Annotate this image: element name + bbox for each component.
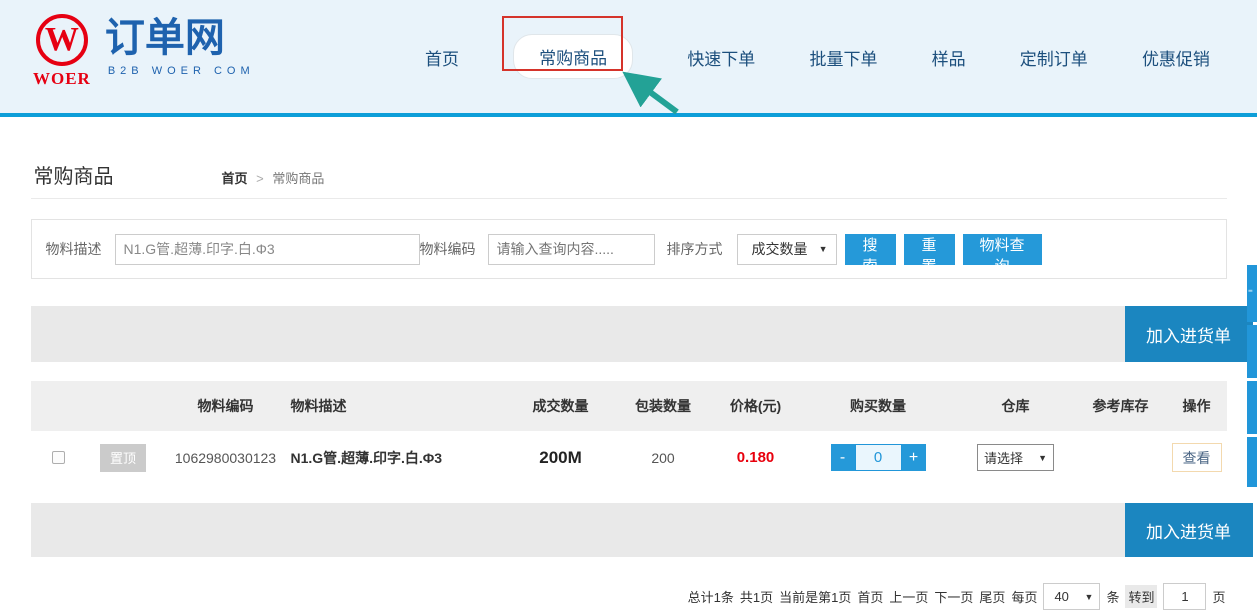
- header-material-code: 物料编码: [161, 396, 291, 416]
- per-page-label: 每页: [1011, 587, 1037, 606]
- add-to-purchase-list-button-bottom[interactable]: 加入进货单: [1125, 503, 1253, 557]
- products-table: 物料编码 物料描述 成交数量 包装数量 价格(元) 购买数量 仓库 参考库存 操…: [31, 381, 1227, 484]
- header-warehouse: 仓库: [956, 396, 1076, 416]
- bottom-action-bar: 加入进货单: [31, 503, 1227, 557]
- pagination-total: 总计1条: [688, 587, 734, 606]
- material-desc-label: 物料描述: [46, 239, 102, 259]
- per-page-value: 40: [1054, 589, 1068, 604]
- title-divider: [31, 198, 1227, 199]
- floating-sidebar: ≡: [1247, 265, 1257, 490]
- goto-label: 转到: [1125, 585, 1157, 608]
- sort-select-value: 成交数量: [752, 239, 808, 259]
- goto-page-unit: 页: [1212, 587, 1225, 606]
- cell-price: 0.180: [711, 449, 801, 466]
- pagination: 总计1条 共1页 当前是第1页 首页 上一页 下一页 尾页 每页 40 ▼ 条 …: [31, 583, 1227, 610]
- sort-mode-label: 排序方式: [667, 239, 723, 259]
- material-desc-input[interactable]: [115, 234, 420, 265]
- floating-sidebar-tab[interactable]: [1247, 325, 1257, 378]
- cell-pack-qty: 200: [616, 450, 711, 466]
- cell-material-desc: N1.G管.超薄.印字.白.Φ3: [291, 448, 506, 468]
- page-title: 常购商品: [34, 160, 114, 189]
- sort-select[interactable]: 成交数量 ▼: [737, 234, 837, 265]
- chevron-down-icon: ▼: [1038, 453, 1047, 463]
- site-title: 订单网: [105, 14, 255, 62]
- pagination-first[interactable]: 首页: [857, 587, 883, 606]
- chevron-down-icon: ▼: [819, 244, 828, 254]
- add-to-purchase-list-button-top[interactable]: 加入进货单: [1125, 306, 1253, 362]
- pagination-prev[interactable]: 上一页: [889, 587, 928, 606]
- table-row: 置顶 1062980030123 N1.G管.超薄.印字.白.Φ3 200M 2…: [31, 431, 1227, 484]
- material-code-input[interactable]: [488, 234, 655, 265]
- nav-item-home[interactable]: 首页: [425, 43, 459, 70]
- header-buy-qty: 购买数量: [801, 396, 956, 416]
- nav-item-frequent-products[interactable]: 常购商品: [513, 34, 633, 79]
- logo[interactable]: W WOER 订单网 B2B WOER COM: [33, 14, 255, 89]
- header-pack-qty: 包装数量: [616, 396, 711, 416]
- quantity-input[interactable]: [855, 444, 902, 471]
- search-button[interactable]: 搜索: [845, 234, 896, 265]
- floating-sidebar-tab[interactable]: ≡: [1247, 265, 1257, 322]
- nav-item-samples[interactable]: 样品: [932, 43, 966, 70]
- nav-item-custom-order[interactable]: 定制订单: [1020, 43, 1088, 70]
- header-deal-qty: 成交数量: [506, 396, 616, 416]
- row-checkbox[interactable]: [52, 451, 65, 464]
- goto-page-input[interactable]: [1163, 583, 1206, 610]
- site-header: W WOER 订单网 B2B WOER COM 首页 常购商品 快速下单 批量下…: [0, 0, 1257, 117]
- quantity-stepper: - +: [801, 444, 956, 471]
- per-page-unit: 条: [1106, 587, 1119, 606]
- nav-item-promotions[interactable]: 优惠促销: [1142, 43, 1210, 70]
- reset-button[interactable]: 重置: [904, 234, 955, 265]
- warehouse-select-value: 请选择: [984, 448, 1023, 467]
- breadcrumb: 首页 > 常购商品: [222, 168, 325, 187]
- table-header-row: 物料编码 物料描述 成交数量 包装数量 价格(元) 购买数量 仓库 参考库存 操…: [31, 381, 1227, 431]
- per-page-select[interactable]: 40 ▼: [1043, 583, 1100, 610]
- filter-bar: 物料描述 物料编码 排序方式 成交数量 ▼ 搜索 重置 物料查询: [31, 219, 1227, 279]
- breadcrumb-separator: >: [256, 171, 264, 186]
- logo-brand-text: WOER: [33, 69, 91, 89]
- pin-to-top-button[interactable]: 置顶: [100, 444, 146, 472]
- main-content: 常购商品 首页 > 常购商品 物料描述 物料编码 排序方式 成交数量 ▼ 搜索 …: [31, 160, 1227, 610]
- top-action-bar: 加入进货单: [31, 306, 1227, 362]
- site-subtitle: B2B WOER COM: [108, 65, 255, 77]
- floating-sidebar-tab[interactable]: [1247, 381, 1257, 434]
- logo-circle-icon: W: [36, 14, 88, 66]
- pagination-last[interactable]: 尾页: [979, 587, 1005, 606]
- breadcrumb-current: 常购商品: [272, 171, 324, 186]
- material-code-label: 物料编码: [420, 239, 476, 259]
- main-nav: 首页 常购商品 快速下单 批量下单 样品 定制订单 优惠促销: [425, 0, 1210, 113]
- pagination-next[interactable]: 下一页: [934, 587, 973, 606]
- pagination-pages: 共1页: [740, 587, 773, 606]
- breadcrumb-home[interactable]: 首页: [222, 171, 248, 186]
- nav-item-bulk-order[interactable]: 批量下单: [809, 43, 877, 70]
- cell-deal-qty: 200M: [506, 448, 616, 468]
- logo-symbol: W: [45, 23, 79, 57]
- quantity-plus-button[interactable]: +: [902, 444, 926, 471]
- cell-material-code: 1062980030123: [161, 450, 291, 466]
- floating-sidebar-tab[interactable]: [1247, 437, 1257, 487]
- nav-item-quick-order[interactable]: 快速下单: [687, 43, 755, 70]
- chevron-down-icon: ▼: [1085, 592, 1094, 602]
- pagination-current: 当前是第1页: [779, 587, 851, 606]
- quantity-minus-button[interactable]: -: [831, 444, 855, 471]
- header-price: 价格(元): [711, 396, 801, 416]
- header-material-desc: 物料描述: [291, 396, 506, 416]
- view-button[interactable]: 查看: [1172, 443, 1222, 472]
- material-query-button[interactable]: 物料查询: [963, 234, 1042, 265]
- woer-logo-icon: W WOER: [33, 14, 91, 89]
- header-action: 操作: [1166, 396, 1228, 416]
- warehouse-select[interactable]: 请选择 ▼: [977, 444, 1054, 471]
- header-ref-stock: 参考库存: [1076, 396, 1166, 416]
